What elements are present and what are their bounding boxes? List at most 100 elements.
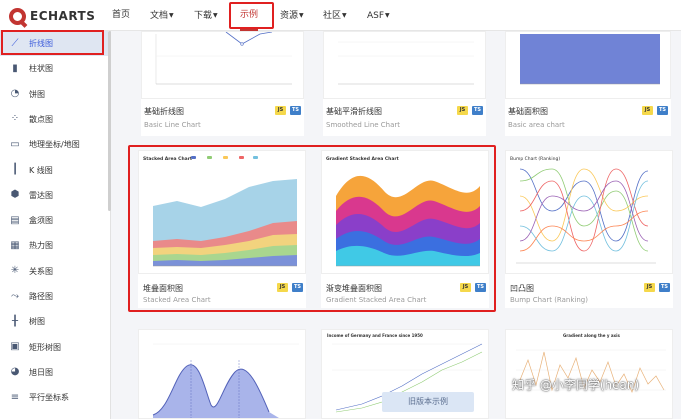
card-title: 基础面积图 <box>508 107 548 116</box>
card-title: 基础折线图 <box>144 107 184 116</box>
sidebar-item-label: 盒须图 <box>29 216 53 226</box>
ts-badge[interactable]: TS <box>472 106 483 115</box>
ts-badge[interactable]: TS <box>657 106 668 115</box>
tree-icon: ╂ <box>11 315 19 327</box>
example-card-basic-line[interactable]: 基础折线图 Basic Line Chart JS TS <box>141 31 304 136</box>
card-title: 基础平滑折线图 <box>326 107 382 116</box>
chevron-down-icon: ▼ <box>299 12 304 19</box>
pie-chart-icon: ◔ <box>10 88 20 100</box>
example-card-bump-chart[interactable]: Bump Chart (Ranking) 凹凸图 Bump Chart (Ran… <box>505 150 673 308</box>
thumb-title: Income of Germany and France since 1950 <box>327 333 423 338</box>
example-card-basic-area[interactable]: 基础面积图 Basic area chart JS TS <box>505 31 671 136</box>
card-subtitle: Basic area chart <box>508 121 565 129</box>
highlight-box-stacked-area <box>128 145 496 312</box>
echarts-logo[interactable]: ECHARTS <box>9 6 95 26</box>
sidebar-item-label: 关系图 <box>29 266 53 276</box>
nav-community-label: 社区 <box>323 11 342 21</box>
card-subtitle: Smoothed Line Chart <box>326 121 401 129</box>
sidebar-item-pie-chart[interactable]: ◔ 饼图 <box>0 82 108 107</box>
radar-icon: ⬢ <box>10 189 20 201</box>
sidebar-item-heatmap[interactable]: ▦ 热力图 <box>0 233 108 258</box>
heatmap-icon: ▦ <box>10 239 20 251</box>
sidebar-item-scatter[interactable]: ⁘ 散点图 <box>0 107 108 132</box>
sidebar-item-parallel[interactable]: ≡ 平行坐标系 <box>0 385 108 410</box>
sidebar-item-label: 柱状图 <box>29 64 53 74</box>
highlight-box-nav <box>229 2 274 29</box>
example-card-smoothed-line[interactable]: 基础平滑折线图 Smoothed Line Chart JS TS <box>323 31 486 136</box>
js-badge[interactable]: JS <box>642 106 653 115</box>
graph-icon: ✳ <box>10 265 20 277</box>
sunburst-icon: ◕ <box>10 366 20 378</box>
card-title: 凹凸图 <box>510 284 534 293</box>
nav-download-label: 下载 <box>194 11 213 21</box>
thumbnail: Gradient along the y axis <box>505 329 673 419</box>
sidebar-item-radar[interactable]: ⬢ 雷达图 <box>0 183 108 208</box>
bump-chart-thumb: Bump Chart (Ranking) <box>510 156 656 264</box>
sidebar-item-label: 地理坐标/地图 <box>29 140 80 150</box>
chevron-down-icon: ▼ <box>385 12 390 19</box>
sidebar-item-label: 雷达图 <box>29 190 53 200</box>
sidebar-item-label: 路径图 <box>29 292 53 301</box>
nav-resources[interactable]: 资源▼ <box>280 0 304 31</box>
row3-thumb-1 <box>152 343 299 418</box>
treemap-icon: ▣ <box>10 341 20 353</box>
sidebar-item-label: K 线图 <box>29 165 53 175</box>
thumbnail <box>138 329 306 419</box>
ts-badge[interactable]: TS <box>659 283 670 292</box>
sidebar-item-candlestick[interactable]: ┃ K 线图 <box>0 158 108 183</box>
sidebar-item-map[interactable]: ▭ 地理坐标/地图 <box>0 132 108 157</box>
sidebar-item-label: 散点图 <box>29 114 53 124</box>
sidebar-item-graph[interactable]: ✳ 关系图 <box>0 259 108 284</box>
sidebar-scrollbar[interactable] <box>108 31 111 211</box>
sidebar-item-label: 树图 <box>29 317 45 327</box>
sidebar-item-sunburst[interactable]: ◕ 旭日图 <box>0 360 108 385</box>
js-badge[interactable]: JS <box>457 106 468 115</box>
thumbnail <box>323 31 486 99</box>
sidebar-item-label: 热力图 <box>29 241 53 251</box>
brand-name: ECHARTS <box>30 9 96 23</box>
ts-badge[interactable]: TS <box>290 106 301 115</box>
basic-line-thumb <box>155 32 292 85</box>
sidebar-item-tree[interactable]: ╂ 树图 <box>0 309 108 334</box>
sidebar-item-bar-chart[interactable]: ▮ 柱状图 <box>0 56 108 81</box>
thumb-title: Bump Chart (Ranking) <box>510 156 560 162</box>
map-icon: ▭ <box>10 138 20 150</box>
sidebar-item-treemap[interactable]: ▣ 矩形树图 <box>0 335 108 360</box>
nav-resources-label: 资源 <box>280 11 299 21</box>
example-card-row3-3[interactable]: Gradient along the y axis <box>505 329 673 419</box>
card-subtitle: Basic Line Chart <box>144 121 201 129</box>
chevron-down-icon: ▼ <box>213 12 218 19</box>
sidebar-item-label: 旭日图 <box>29 367 53 377</box>
boxplot-icon: ▤ <box>10 214 20 226</box>
lines-icon: ⤳ <box>11 290 19 302</box>
nav-docs-label: 文档 <box>150 11 169 21</box>
thumbnail <box>505 31 671 99</box>
nav-download[interactable]: 下载▼ <box>194 0 218 31</box>
sidebar-item-label: 矩形树图 <box>29 342 61 352</box>
sidebar-item-lines[interactable]: ⤳ 路径图 <box>0 284 108 309</box>
chevron-down-icon: ▼ <box>342 12 347 19</box>
basic-area-thumb <box>520 34 660 85</box>
row3-thumb-3: Gradient along the y axis <box>516 333 666 393</box>
nav-community[interactable]: 社区▼ <box>323 0 347 31</box>
top-navbar: ECHARTS 首页 文档▼ 下载▼ 示例 资源▼ 社区▼ ASF▼ <box>0 0 681 31</box>
sidebar-item-boxplot[interactable]: ▤ 盒须图 <box>0 208 108 233</box>
smoothed-line-thumb <box>338 41 474 85</box>
candlestick-icon: ┃ <box>11 164 19 175</box>
parallel-icon: ≡ <box>10 391 20 403</box>
thumb-title: Gradient along the y axis <box>563 333 620 338</box>
card-subtitle: Bump Chart (Ranking) <box>510 296 588 304</box>
nav-docs[interactable]: 文档▼ <box>150 0 174 31</box>
nav-home[interactable]: 首页 <box>112 0 130 31</box>
nav-home-label: 首页 <box>112 10 131 20</box>
js-badge[interactable]: JS <box>644 283 655 292</box>
nav-asf[interactable]: ASF▼ <box>367 0 390 31</box>
bump-lines <box>519 168 649 252</box>
js-badge[interactable]: JS <box>275 106 286 115</box>
sidebar-item-label: 饼图 <box>29 89 45 99</box>
example-card-row3-1[interactable] <box>138 329 306 419</box>
highlight-box-sidebar <box>1 30 104 55</box>
sidebar-item-label: 平行坐标系 <box>29 393 69 403</box>
thumbnail <box>141 31 304 99</box>
old-version-examples-button[interactable]: 旧版本示例 <box>382 392 474 412</box>
